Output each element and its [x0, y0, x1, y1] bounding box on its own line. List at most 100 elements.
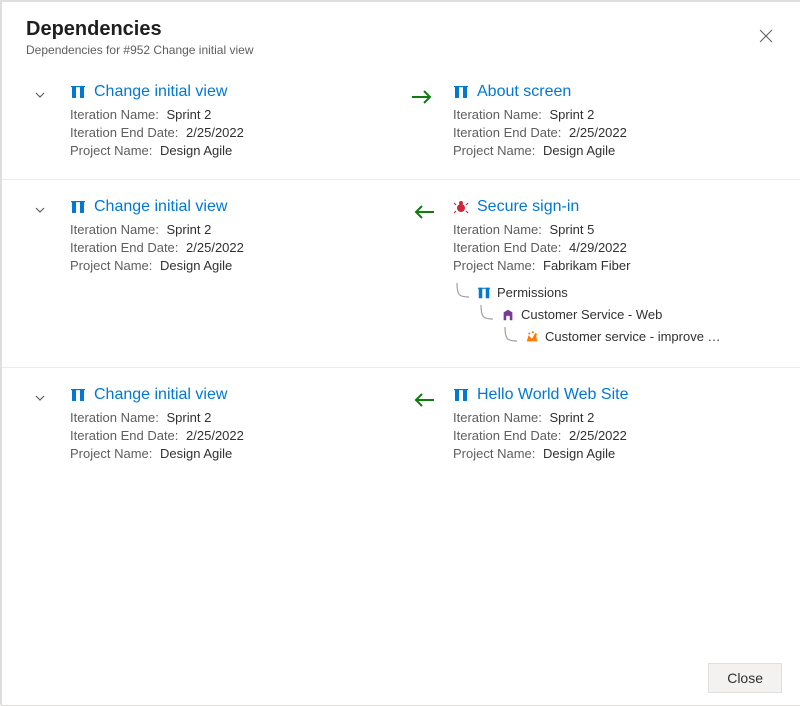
direction-arrow-left [393, 198, 453, 222]
iteration-end-value: 2/25/2022 [186, 428, 244, 443]
work-item-link[interactable]: Change initial view [94, 386, 227, 404]
tree-item-label: Permissions [497, 285, 568, 300]
iteration-name-value: Sprint 2 [167, 222, 212, 237]
iteration-name-label: Iteration Name: [70, 410, 159, 425]
row-expander[interactable] [10, 386, 70, 404]
work-item-link[interactable]: Secure sign-in [477, 198, 579, 216]
project-name-label: Project Name: [453, 143, 535, 158]
predecessor-card: Change initial view Iteration Name: Sprin… [70, 386, 393, 464]
iteration-name-value: Sprint 2 [167, 410, 212, 425]
iteration-name-field: Iteration Name: Sprint 5 [453, 222, 776, 237]
bug-icon [453, 199, 469, 215]
iteration-end-label: Iteration End Date: [453, 240, 561, 255]
project-name-field: Project Name: Design Agile [453, 446, 776, 461]
epic-icon [525, 329, 539, 343]
project-name-label: Project Name: [453, 446, 535, 461]
iteration-end-value: 2/25/2022 [569, 428, 627, 443]
iteration-name-field: Iteration Name: Sprint 2 [453, 107, 776, 122]
predecessor-card: Change initial view Iteration Name: Sprin… [70, 198, 393, 276]
iteration-name-value: Sprint 2 [550, 107, 595, 122]
project-name-value: Fabrikam Fiber [543, 258, 630, 273]
dependencies-dialog: Dependencies Dependencies for #952 Chang… [2, 2, 800, 705]
iteration-end-field: Iteration End Date: 2/25/2022 [70, 240, 393, 255]
dialog-footer: Close [2, 651, 800, 705]
iteration-end-label: Iteration End Date: [70, 428, 178, 443]
work-item-title-row: Change initial view [70, 198, 393, 216]
iteration-name-value: Sprint 2 [550, 410, 595, 425]
iteration-end-field: Iteration End Date: 2/25/2022 [453, 125, 776, 140]
user-story-icon [70, 199, 86, 215]
project-name-label: Project Name: [70, 258, 152, 273]
iteration-name-label: Iteration Name: [453, 222, 542, 237]
row-expander[interactable] [10, 198, 70, 216]
project-name-value: Design Agile [543, 143, 615, 158]
iteration-end-value: 2/25/2022 [186, 240, 244, 255]
iteration-name-field: Iteration Name: Sprint 2 [70, 222, 393, 237]
iteration-name-label: Iteration Name: [70, 107, 159, 122]
successor-card: Hello World Web Site Iteration Name: Spri… [453, 386, 776, 464]
project-name-field: Project Name: Design Agile [70, 258, 393, 273]
dialog-subtitle: Dependencies for #952 Change initial vie… [26, 43, 776, 57]
iteration-name-label: Iteration Name: [453, 107, 542, 122]
work-item-title-row: Hello World Web Site [453, 386, 776, 404]
tree-item: Customer Service - Web [453, 305, 776, 323]
dependency-list: Change initial view Iteration Name: Sprin… [2, 65, 800, 651]
work-item-link[interactable]: About screen [477, 83, 571, 101]
project-name-value: Design Agile [160, 446, 232, 461]
iteration-name-field: Iteration Name: Sprint 2 [70, 410, 393, 425]
iteration-end-label: Iteration End Date: [453, 125, 561, 140]
work-item-link[interactable]: Change initial view [94, 83, 227, 101]
iteration-end-value: 4/29/2022 [569, 240, 627, 255]
project-name-value: Design Agile [160, 258, 232, 273]
iteration-end-value: 2/25/2022 [186, 125, 244, 140]
project-name-field: Project Name: Fabrikam Fiber [453, 258, 776, 273]
tree-item-label: Customer Service - Web [521, 307, 662, 322]
iteration-name-value: Sprint 5 [550, 222, 595, 237]
iteration-name-field: Iteration Name: Sprint 2 [453, 410, 776, 425]
iteration-name-field: Iteration Name: Sprint 2 [70, 107, 393, 122]
iteration-end-field: Iteration End Date: 2/25/2022 [453, 428, 776, 443]
tree-item: Customer service - improve … [453, 327, 776, 345]
project-name-label: Project Name: [70, 143, 152, 158]
iteration-end-value: 2/25/2022 [569, 125, 627, 140]
row-expander[interactable] [10, 83, 70, 101]
parent-tree: Permissions Customer Service - Web Custome… [453, 283, 776, 345]
iteration-name-value: Sprint 2 [167, 107, 212, 122]
direction-arrow-left [393, 386, 453, 410]
successor-card: Secure sign-inIteration Name: Sprint 5It… [453, 198, 776, 349]
dependency-row: Change initial view Iteration Name: Sprin… [2, 368, 800, 482]
dialog-title: Dependencies [26, 18, 776, 41]
iteration-name-label: Iteration Name: [453, 410, 542, 425]
project-name-value: Design Agile [543, 446, 615, 461]
close-button[interactable]: Close [708, 663, 782, 693]
feature-icon [501, 307, 515, 321]
work-item-title-row: About screen [453, 83, 776, 101]
project-name-value: Design Agile [160, 143, 232, 158]
work-item-title-row: Change initial view [70, 386, 393, 404]
user-story-icon [70, 84, 86, 100]
project-name-field: Project Name: Design Agile [453, 143, 776, 158]
successor-card: About screenIteration Name: Sprint 2Iter… [453, 83, 776, 161]
iteration-end-field: Iteration End Date: 4/29/2022 [453, 240, 776, 255]
iteration-end-label: Iteration End Date: [70, 125, 178, 140]
iteration-end-field: Iteration End Date: 2/25/2022 [70, 125, 393, 140]
project-name-field: Project Name: Design Agile [70, 143, 393, 158]
user-story-icon [453, 84, 469, 100]
dependency-row: Change initial view Iteration Name: Sprin… [2, 180, 800, 368]
close-icon[interactable] [756, 26, 776, 46]
project-name-field: Project Name: Design Agile [70, 446, 393, 461]
work-item-link[interactable]: Hello World Web Site [477, 386, 628, 404]
iteration-name-label: Iteration Name: [70, 222, 159, 237]
iteration-end-label: Iteration End Date: [453, 428, 561, 443]
predecessor-card: Change initial view Iteration Name: Sprin… [70, 83, 393, 161]
user-story-icon [477, 285, 491, 299]
work-item-link[interactable]: Change initial view [94, 198, 227, 216]
tree-item-label: Customer service - improve … [545, 329, 721, 344]
direction-arrow-right [393, 83, 453, 107]
project-name-label: Project Name: [453, 258, 535, 273]
tree-item: Permissions [453, 283, 776, 301]
project-name-label: Project Name: [70, 446, 152, 461]
dependency-row: Change initial view Iteration Name: Sprin… [2, 65, 800, 180]
iteration-end-field: Iteration End Date: 2/25/2022 [70, 428, 393, 443]
work-item-title-row: Change initial view [70, 83, 393, 101]
